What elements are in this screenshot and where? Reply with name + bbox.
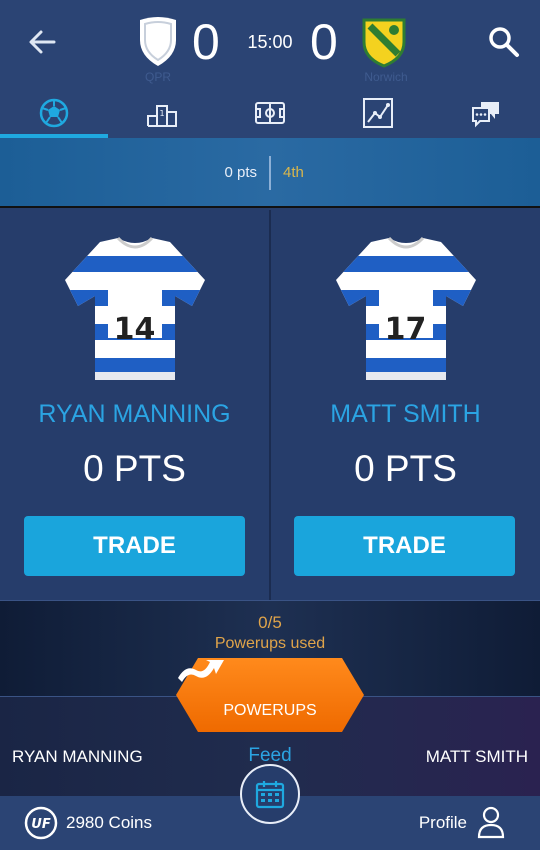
- total-points: 0 pts: [224, 164, 257, 181]
- trade-button[interactable]: TRADE: [294, 516, 515, 576]
- trade-button[interactable]: TRADE: [24, 516, 245, 576]
- coins-icon[interactable]: UF: [24, 806, 58, 840]
- powerups-button-label: POWERUPS: [223, 702, 317, 719]
- coins-balance[interactable]: 2980 Coins: [66, 813, 152, 833]
- home-score: 0: [192, 14, 220, 70]
- tab-chat[interactable]: [432, 88, 540, 138]
- profile-link[interactable]: Profile: [419, 813, 467, 833]
- powerups-used-label: Powerups used: [214, 635, 326, 652]
- podium-icon: 1: [147, 105, 177, 127]
- player-card-2: 17 MATT SMITH 0 PTS TRADE: [271, 210, 540, 600]
- tab-leaderboard[interactable]: 1: [108, 88, 216, 138]
- chat-icon: [472, 102, 499, 128]
- player-name: MATT SMITH: [330, 400, 481, 428]
- calendar-button[interactable]: [240, 764, 300, 824]
- shirt-number: 14: [113, 312, 156, 347]
- shirt-number: 17: [384, 312, 427, 347]
- player-name: RYAN MANNING: [38, 400, 231, 428]
- stats-chart-icon: [363, 98, 393, 128]
- powerups-button[interactable]: POWERUPS: [176, 658, 364, 732]
- tab-bar: 1: [0, 88, 540, 138]
- calendar-icon: [255, 781, 285, 809]
- match-clock: 15:00: [247, 32, 293, 52]
- player-card-1: 14 RYAN MANNING 0 PTS TRADE: [0, 210, 269, 600]
- ball-icon: [39, 98, 69, 128]
- coins-logo-text: UF: [31, 817, 51, 832]
- player-points: 0 PTS: [354, 448, 457, 489]
- player-points: 0 PTS: [83, 448, 186, 489]
- search-icon[interactable]: [486, 24, 522, 60]
- feed-right-player[interactable]: MATT SMITH: [426, 747, 528, 767]
- powerups-count: 0/5: [258, 613, 282, 632]
- pitch-icon: [255, 102, 285, 124]
- tab-pitch[interactable]: [216, 88, 324, 138]
- match-header: QPR 0 15:00 0 Norwich 1: [0, 0, 540, 138]
- shirt-icon: 14: [60, 234, 210, 384]
- home-team-name: QPR: [144, 70, 171, 84]
- back-arrow-icon[interactable]: [24, 26, 60, 58]
- summary-bar: 0 pts 4th: [0, 138, 540, 208]
- shirt-icon: 17: [331, 234, 481, 384]
- players-panel: 14 RYAN MANNING 0 PTS TRADE 17 MATT SMIT…: [0, 210, 540, 600]
- away-team-name: Norwich: [364, 70, 408, 84]
- profile-icon[interactable]: [476, 805, 506, 839]
- qpr-crest-icon: [140, 17, 176, 66]
- away-score: 0: [310, 14, 338, 70]
- norwich-crest-icon: [362, 18, 406, 68]
- lightning-icon: [178, 660, 224, 682]
- tab-match[interactable]: [0, 88, 108, 138]
- league-rank: 4th: [283, 164, 304, 181]
- tab-stats[interactable]: [324, 88, 432, 138]
- summary-divider: [269, 156, 271, 190]
- svg-text:1: 1: [159, 109, 164, 118]
